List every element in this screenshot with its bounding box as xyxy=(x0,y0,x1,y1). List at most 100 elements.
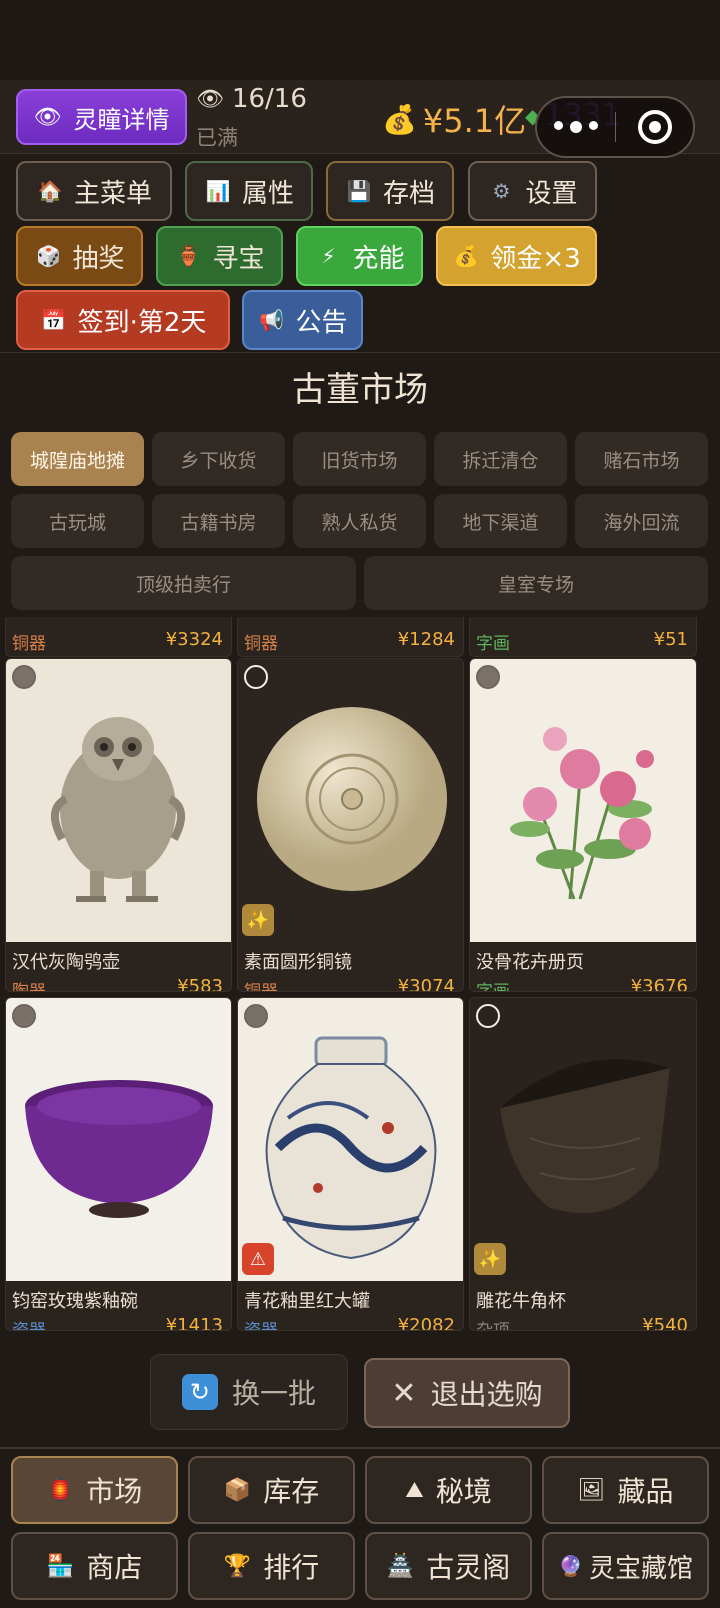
money-value: ¥5.1亿 xyxy=(422,102,527,140)
nav-ranking-label: 排行 xyxy=(263,1551,320,1584)
location-tab-1[interactable]: 城隍庙地摊 xyxy=(11,432,144,486)
treasure-orb-icon: 🔮 xyxy=(558,1554,583,1578)
select-radio[interactable] xyxy=(244,1004,268,1028)
item-category: 字画 xyxy=(476,634,510,654)
location-tab-6[interactable]: 古玩城 xyxy=(11,494,144,548)
claim-gold-label: 领金×3 xyxy=(490,243,581,274)
location-tab-12[interactable]: 皇室专场 xyxy=(364,556,708,610)
nav-shop[interactable]: 🏪 商店 xyxy=(11,1532,178,1600)
item-price: ¥51 xyxy=(653,629,688,650)
nav-collection[interactable]: 🖼 藏品 xyxy=(542,1456,709,1524)
main-menu-button[interactable]: 🏠 主菜单 xyxy=(16,161,172,221)
item-card[interactable]: 没骨花卉册页 字画 ¥3676 xyxy=(469,658,697,992)
item-card[interactable]: 汉代灰陶鸮壶 陶器 ¥583 xyxy=(5,658,232,992)
money-display: 💰 ¥5.1亿 xyxy=(382,96,526,142)
exit-shopping-button[interactable]: ✕ 退出选购 xyxy=(364,1358,570,1428)
nav-collection-label: 藏品 xyxy=(617,1475,674,1508)
charge-button[interactable]: ⚡ 充能 xyxy=(296,226,423,286)
lightning-icon: ⚡ xyxy=(321,244,336,268)
location-tab-2[interactable]: 乡下收货 xyxy=(152,432,285,486)
select-radio[interactable] xyxy=(12,665,36,689)
item-price: ¥3324 xyxy=(165,629,223,650)
item-image xyxy=(6,659,231,942)
lottery-button[interactable]: 🎲 抽奖 xyxy=(16,226,143,286)
location-tab-3[interactable]: 旧货市场 xyxy=(293,432,426,486)
select-radio[interactable] xyxy=(476,1004,500,1028)
location-tab-9[interactable]: 地下渠道 xyxy=(434,494,567,548)
settings-button[interactable]: ⚙ 设置 xyxy=(468,161,597,221)
spirit-detail-button[interactable]: 👁 灵瞳详情 xyxy=(16,89,187,145)
more-menu-button[interactable] xyxy=(537,121,615,133)
sparkle-badge-icon: ✨ xyxy=(474,1243,506,1275)
nav-spirit-pavilion-label: 古灵阁 xyxy=(426,1551,511,1584)
eye-count-value: 16/16 xyxy=(231,84,307,114)
chart-icon: 📊 xyxy=(205,179,231,203)
save-button[interactable]: 💾 存档 xyxy=(326,161,454,221)
nav-market-label: 市场 xyxy=(86,1475,143,1508)
item-price: ¥540 xyxy=(642,1315,688,1331)
dice-icon: 🎲 xyxy=(36,244,61,268)
house-icon: 🏠 xyxy=(37,179,63,203)
location-tab-11[interactable]: 顶级拍卖行 xyxy=(11,556,356,610)
select-radio[interactable] xyxy=(476,665,500,689)
location-tab-8[interactable]: 熟人私货 xyxy=(293,494,426,548)
warning-badge-icon: ⚠ xyxy=(242,1243,274,1275)
item-category: 杂项 xyxy=(476,1321,510,1331)
close-miniprogram-button[interactable] xyxy=(616,110,693,144)
attributes-button[interactable]: 📊 属性 xyxy=(185,161,313,221)
treasure-hunt-label: 寻宝 xyxy=(212,243,265,274)
refresh-button[interactable]: ↻ 换一批 xyxy=(150,1354,348,1430)
item-image xyxy=(470,659,696,942)
full-status-label: 已满 xyxy=(196,126,238,150)
miniprogram-capsule xyxy=(535,96,695,158)
location-tab-4[interactable]: 拆迁清仓 xyxy=(434,432,567,486)
notice-button[interactable]: 📢 公告 xyxy=(242,290,363,350)
collection-icon: 🖼 xyxy=(577,1477,606,1503)
nav-market[interactable]: 🏮 市场 xyxy=(11,1456,178,1524)
money-bag-icon: 💰 xyxy=(453,244,479,268)
settings-label: 设置 xyxy=(525,178,578,209)
item-category: 铜器 xyxy=(12,634,46,654)
item-name: 素面圆形铜镜 xyxy=(244,952,352,973)
nav-secret-realm[interactable]: ⛰ 秘境 xyxy=(365,1456,532,1524)
location-tab-10[interactable]: 海外回流 xyxy=(575,494,708,548)
item-category: 陶器 xyxy=(12,982,46,992)
location-tab-7[interactable]: 古籍书房 xyxy=(152,494,285,548)
refresh-label: 换一批 xyxy=(231,1377,316,1410)
nav-spirit-pavilion[interactable]: 🏯 古灵阁 xyxy=(365,1532,532,1600)
nav-treasure-museum[interactable]: 🔮 灵宝藏馆 xyxy=(542,1532,709,1600)
nav-inventory[interactable]: 📦 库存 xyxy=(188,1456,355,1524)
checkin-button[interactable]: 📅 签到·第2天 xyxy=(16,290,230,350)
ranking-icon: 🏆 xyxy=(223,1553,252,1579)
section-divider xyxy=(0,352,720,353)
realm-icon: ⛰ xyxy=(405,1477,424,1503)
item-category: 铜器 xyxy=(244,982,278,992)
nav-treasure-museum-label: 灵宝藏馆 xyxy=(588,1553,693,1584)
item-image xyxy=(238,659,463,942)
nav-ranking[interactable]: 🏆 排行 xyxy=(188,1532,355,1600)
item-name: 钧窑玫瑰紫釉碗 xyxy=(12,1291,138,1312)
pavilion-icon: 🏯 xyxy=(386,1553,415,1579)
select-radio[interactable] xyxy=(12,1004,36,1028)
spirit-detail-label: 灵瞳详情 xyxy=(73,105,170,134)
item-card-partial[interactable]: 铜器 ¥1284 xyxy=(237,617,464,657)
treasure-hunt-button[interactable]: 🏺 寻宝 xyxy=(156,226,283,286)
item-card-partial[interactable]: 字画 ¥51 xyxy=(469,617,697,657)
eye-icon: 👁 xyxy=(33,104,62,130)
exit-shopping-label: 退出选购 xyxy=(430,1378,543,1411)
item-card[interactable]: 钧窑玫瑰紫釉碗 瓷器 ¥1413 xyxy=(5,997,232,1331)
item-card-partial[interactable]: 铜器 ¥3324 xyxy=(5,617,232,657)
item-card[interactable]: ⚠ 青花釉里红大罐 瓷器 ¥2082 xyxy=(237,997,464,1331)
item-price: ¥2082 xyxy=(397,1315,455,1331)
calendar-icon: 📅 xyxy=(41,308,67,332)
item-card[interactable]: ✨ 素面圆形铜镜 铜器 ¥3074 xyxy=(237,658,464,992)
item-name: 没骨花卉册页 xyxy=(476,952,584,973)
market-title: 古董市场 xyxy=(292,370,428,410)
charge-label: 充能 xyxy=(352,243,405,274)
claim-gold-button[interactable]: 💰 领金×3 xyxy=(436,226,597,286)
item-image xyxy=(470,998,696,1281)
item-card[interactable]: ✨ 雕花牛角杯 杂项 ¥540 xyxy=(469,997,697,1331)
select-radio[interactable] xyxy=(244,665,268,689)
item-category: 瓷器 xyxy=(12,1321,46,1331)
location-tab-5[interactable]: 赌石市场 xyxy=(575,432,708,486)
